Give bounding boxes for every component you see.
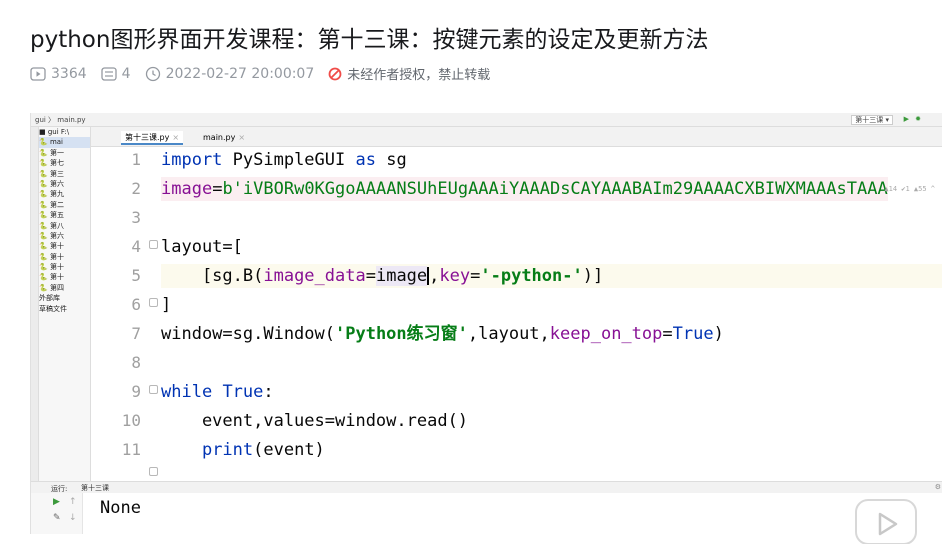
line-number: 11 [121, 440, 141, 459]
breadcrumb: gui 〉 main.py [35, 116, 86, 124]
project-tree-item[interactable]: 🐍 第十 [39, 241, 90, 251]
tab-lesson13[interactable]: 第十三课.py × [121, 131, 184, 145]
play-count-icon [30, 66, 46, 81]
editor-tabs: 第十三课.py × main.py × [91, 127, 942, 147]
project-tree-item[interactable]: 🐍 第六 [39, 179, 90, 189]
clock-icon [145, 66, 160, 81]
line-number: 1 [131, 150, 141, 169]
project-tree-item[interactable]: 🐍 第八 [39, 221, 90, 231]
tab-main[interactable]: main.py × [199, 131, 249, 145]
article-meta: 3364 4 2022-02-27 20:00:07 未经作者授权，禁止转载 [30, 64, 504, 83]
project-tree-item[interactable]: 🐍 第十 [39, 262, 90, 272]
publish-time-value: 2022-02-27 20:00:07 [165, 65, 315, 82]
code-line: layout=[ [161, 237, 243, 257]
project-tree-item[interactable]: 外部库 [39, 293, 90, 303]
console-output: None [100, 498, 141, 518]
rerun-icon[interactable]: ▶ [53, 497, 60, 507]
video-screenshot[interactable]: gui 〉 main.py 第十三课 ▾ ▶ ✹ ■ gui F:\ 🐍 mai… [30, 113, 942, 534]
code-line: event,values=window.read() [161, 411, 469, 431]
project-tree-item[interactable]: 🐍 第一 [39, 148, 90, 158]
project-tree-item[interactable]: 🐍 第二 [39, 200, 90, 210]
play-button-icon[interactable] [852, 492, 920, 544]
project-tree-item[interactable]: ■ gui F:\ [39, 127, 90, 137]
danmaku-icon [100, 66, 117, 81]
inspection-widget[interactable]: ▲14 ✔1 ▲55 ^ [884, 185, 935, 193]
run-panel: ▶ ↑ ✎ ↓ None [31, 493, 942, 534]
view-count-value: 3364 [51, 65, 87, 82]
tool-window-strip [31, 127, 39, 481]
line-gutter: 1 2 3 4 5 6 7 8 9 10 11 [91, 147, 161, 481]
code-editor[interactable]: import PySimpleGUI as sg image=b'iVBORw0… [161, 147, 942, 481]
code-line: import PySimpleGUI as sg [161, 150, 407, 170]
ide-toolbar: gui 〉 main.py 第十三课 ▾ ▶ ✹ [31, 113, 942, 127]
fold-icon[interactable] [149, 240, 158, 249]
code-line: print(event) [201, 440, 325, 460]
project-tree-item[interactable]: 草稿文件 [39, 304, 90, 314]
project-tree-item[interactable]: 🐍 第十 [39, 272, 90, 282]
tab-label: main.py [203, 133, 236, 142]
comment-count: 4 [100, 65, 131, 82]
view-count: 3364 [30, 66, 87, 82]
forbidden-icon [328, 67, 342, 80]
debug-icon[interactable]: ✹ [915, 115, 921, 123]
run-tab[interactable]: 第十三课 [81, 483, 109, 493]
project-tree-item[interactable]: 🐍 第九 [39, 189, 90, 199]
line-number: 7 [131, 324, 141, 343]
line-number: 4 [131, 237, 141, 256]
line-number: 9 [131, 382, 141, 401]
article-title: python图形界面开发课程：第十三课：按键元素的设定及更新方法 [30, 27, 709, 53]
run-config-select[interactable]: 第十三课 ▾ [851, 115, 893, 125]
code-line: ] [161, 295, 172, 315]
up-arrow-icon[interactable]: ↑ [69, 497, 77, 507]
close-icon[interactable]: × [238, 133, 245, 142]
run-toolbar: 运行: 第十三课 ⚙ [31, 481, 942, 493]
line-number: 10 [121, 411, 141, 430]
copyright-notice: 未经作者授权，禁止转载 [328, 64, 490, 83]
comment-count-value: 4 [121, 65, 131, 82]
project-tree-item[interactable]: 🐍 mai [39, 137, 90, 148]
wrench-icon[interactable]: ✎ [53, 513, 61, 523]
project-tree-item[interactable]: 🐍 第五 [39, 210, 90, 220]
line-number: 5 [131, 266, 141, 285]
line-number: 2 [131, 179, 141, 198]
copyright-text: 未经作者授权，禁止转载 [347, 68, 491, 83]
run-side-toolbar: ▶ ↑ ✎ ↓ [31, 493, 83, 534]
close-icon[interactable]: × [172, 133, 179, 142]
fold-icon[interactable] [149, 385, 158, 394]
down-arrow-icon[interactable]: ↓ [69, 513, 77, 523]
line-number: 6 [131, 295, 141, 314]
project-tree-item[interactable]: 🐍 第四 [39, 283, 90, 293]
tab-label: 第十三课.py [125, 133, 170, 142]
gear-icon[interactable]: ⚙ [935, 483, 941, 491]
project-tree-item[interactable]: 🐍 第三 [39, 169, 90, 179]
run-icon[interactable]: ▶ [904, 115, 909, 123]
line-number: 8 [131, 353, 141, 372]
publish-time: 2022-02-27 20:00:07 [145, 65, 315, 82]
code-line: window=sg.Window('Python练习窗',layout,keep… [161, 324, 724, 344]
project-tree-item[interactable]: 🐍 第十 [39, 252, 90, 262]
project-tree[interactable]: ■ gui F:\ 🐍 mai 🐍 第一 🐍 第七 🐍 第三 🐍 第六 🐍 第九… [39, 127, 91, 481]
code-line: image=b'iVBORw0KGgoAAAANSUhEUgAAAiYAAADs… [161, 177, 888, 201]
code-line-current: [sg.B(image_data=image ,key='-python-')] [161, 264, 942, 288]
project-tree-item[interactable]: 🐍 第六 [39, 231, 90, 241]
code-line: while True: [161, 382, 274, 402]
project-tree-item[interactable]: 🐍 第七 [39, 158, 90, 168]
line-number: 3 [131, 208, 141, 227]
fold-icon[interactable] [149, 467, 158, 476]
fold-icon[interactable] [149, 298, 158, 307]
